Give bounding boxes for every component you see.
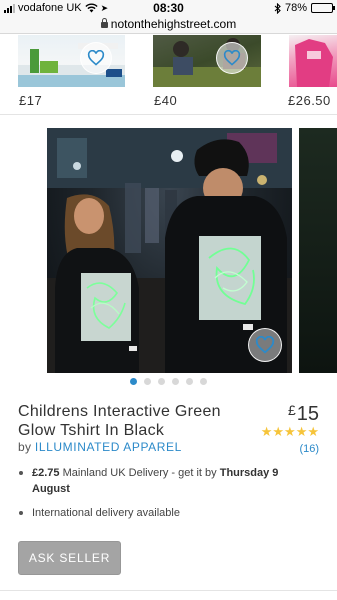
status-right: 78% [274, 2, 335, 14]
next-product-photo-peek[interactable] [299, 128, 337, 373]
heart-icon [223, 50, 241, 66]
product-image-carousel[interactable] [0, 128, 337, 373]
delivery-info: £2.75 Mainland UK Delivery - get it by T… [18, 465, 318, 529]
review-count-link[interactable]: (16) [299, 443, 319, 455]
thumbnail-image-3 [295, 39, 333, 87]
wishlist-heart-button[interactable] [80, 42, 112, 74]
heart-icon [87, 50, 105, 66]
wishlist-heart-button[interactable] [248, 328, 282, 362]
status-bar: vodafone UK ➤ 08:30 78% [0, 0, 337, 16]
delivery-uk-item: £2.75 Mainland UK Delivery - get it by T… [18, 465, 318, 497]
carousel-dot[interactable] [200, 378, 207, 385]
thumbnail-price-3: £26.50 [288, 93, 331, 108]
lock-icon [100, 18, 108, 28]
url-text: notonthehighstreet.com [110, 17, 237, 31]
delivery-amount: £2.75 [32, 467, 60, 479]
international-delivery-text: International delivery available [32, 507, 180, 519]
delivery-text: Mainland UK Delivery - get it by [62, 467, 217, 479]
wishlist-heart-button[interactable] [216, 42, 248, 74]
seller-byline: by ILLUMINATED APPAREL [18, 440, 182, 454]
product-thumbnail-3[interactable] [289, 35, 337, 87]
rating-stars[interactable]: ★ ★ ★ ★ ★ [261, 425, 319, 438]
star-icon: ★ [272, 424, 285, 439]
carousel-dot[interactable] [172, 378, 179, 385]
product-thumbnail-1[interactable] [18, 35, 125, 87]
carousel-dot[interactable] [144, 378, 151, 385]
star-icon: ★ [295, 424, 308, 439]
thumbnail-price-2: £40 [154, 93, 178, 108]
star-icon: ★ [284, 424, 296, 439]
related-products-row: £17 £40 £26.50 [0, 35, 337, 115]
heart-icon [255, 336, 275, 354]
product-title: Childrens Interactive Green Glow Tshirt … [18, 403, 221, 439]
carousel-dot[interactable] [158, 378, 165, 385]
carousel-pagination [0, 378, 337, 388]
thumbnail-price-1: £17 [19, 93, 43, 108]
star-icon: ★ [307, 424, 319, 439]
product-price: £15 [288, 402, 319, 426]
battery-icon [311, 3, 335, 13]
carousel-dot[interactable] [130, 378, 137, 385]
section-divider [0, 114, 337, 115]
by-label: by [18, 440, 32, 454]
star-icon: ★ [260, 424, 273, 439]
bottom-divider [0, 590, 337, 591]
carousel-dot[interactable] [186, 378, 193, 385]
battery-percent: 78% [284, 2, 307, 14]
international-delivery-item: International delivery available [18, 505, 318, 521]
price-value: 15 [296, 403, 319, 425]
bluetooth-icon [274, 2, 281, 14]
price-currency: £ [287, 402, 296, 418]
product-thumbnail-2[interactable] [153, 35, 261, 87]
url-bar[interactable]: notonthehighstreet.com [0, 16, 337, 34]
seller-link[interactable]: ILLUMINATED APPAREL [35, 440, 182, 454]
ask-seller-button[interactable]: ASK SELLER [18, 541, 121, 575]
